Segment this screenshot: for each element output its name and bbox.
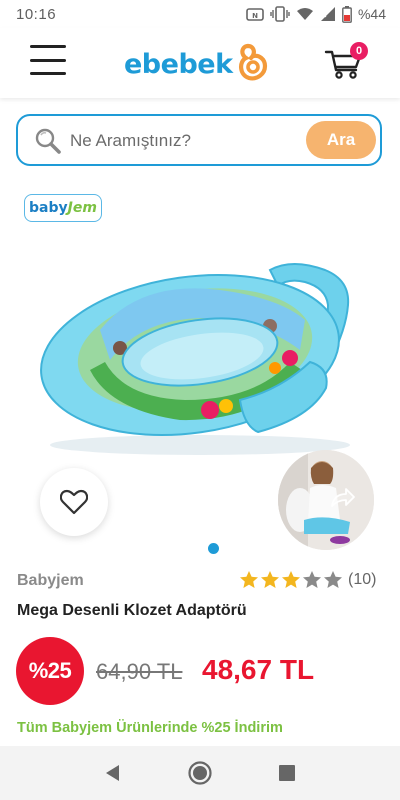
menu-icon-line: [30, 72, 66, 75]
brand-logo[interactable]: babyJem: [24, 194, 102, 222]
menu-icon-line: [30, 45, 66, 48]
home-icon: [188, 761, 212, 785]
review-count: (10): [348, 570, 377, 588]
battery-percent: %44: [357, 6, 386, 22]
recents-icon: [278, 765, 295, 781]
system-nav-bar: [0, 746, 400, 800]
star-empty-icon: [303, 571, 321, 588]
search-icon: [34, 127, 62, 160]
signal-icon: [320, 6, 336, 22]
product-image[interactable]: [30, 250, 370, 460]
status-time: 10:16: [16, 5, 57, 23]
product-brand[interactable]: Babyjem: [17, 572, 84, 590]
product-rating[interactable]: (10): [239, 570, 376, 589]
ebebek-logo[interactable]: ebebek: [124, 42, 269, 87]
cart-count-badge: 0: [350, 42, 368, 60]
star-filled-icon: [261, 571, 279, 588]
current-price: 48,67 TL: [202, 654, 315, 685]
product-video-thumbnail[interactable]: [278, 450, 374, 550]
star-filled-icon: [282, 571, 300, 588]
wifi-icon: [296, 6, 314, 22]
favorite-button[interactable]: [40, 468, 108, 536]
discount-badge: %25: [16, 637, 84, 705]
status-bar: 10:16 N %44: [0, 0, 400, 28]
nav-recents-button[interactable]: [267, 753, 307, 793]
menu-button[interactable]: [30, 45, 66, 75]
brand-logo-part1: baby: [29, 200, 68, 216]
search-button[interactable]: Ara: [306, 121, 376, 159]
brand-logo-part2: Jem: [67, 200, 97, 216]
product-title: Mega Desenli Klozet Adaptörü: [17, 602, 247, 619]
status-icons: N %44: [246, 5, 386, 23]
logo-mark-icon: [237, 42, 269, 87]
search-bar: Ara: [16, 114, 382, 166]
campaign-link[interactable]: Tüm Babyjem Ürünlerinde %25 İndirim: [17, 720, 283, 736]
nav-back-button[interactable]: [93, 753, 133, 793]
heart-icon: [60, 489, 88, 515]
brand-logo-text: babyJem: [29, 200, 97, 216]
gallery-pager-dot[interactable]: [208, 543, 219, 554]
nav-home-button[interactable]: [180, 753, 220, 793]
star-filled-icon: [240, 571, 258, 588]
svg-text:N: N: [252, 12, 258, 20]
app-header: ebebek 0: [0, 28, 400, 98]
old-price: 64,90 TL: [96, 659, 183, 684]
search-input[interactable]: [70, 128, 300, 154]
share-icon[interactable]: [330, 486, 356, 513]
vibrate-icon: [270, 6, 290, 22]
menu-icon-line: [30, 58, 66, 62]
back-icon: [106, 765, 120, 781]
battery-icon: [342, 5, 352, 23]
logo-text: ebebek: [124, 49, 233, 80]
cart-button[interactable]: 0: [324, 42, 370, 82]
product-page: 10:16 N %44 ebebek 0 Ne Aramıştınız? Ara…: [0, 0, 400, 800]
star-empty-icon: [324, 571, 342, 588]
nfc-icon: N: [246, 6, 264, 22]
